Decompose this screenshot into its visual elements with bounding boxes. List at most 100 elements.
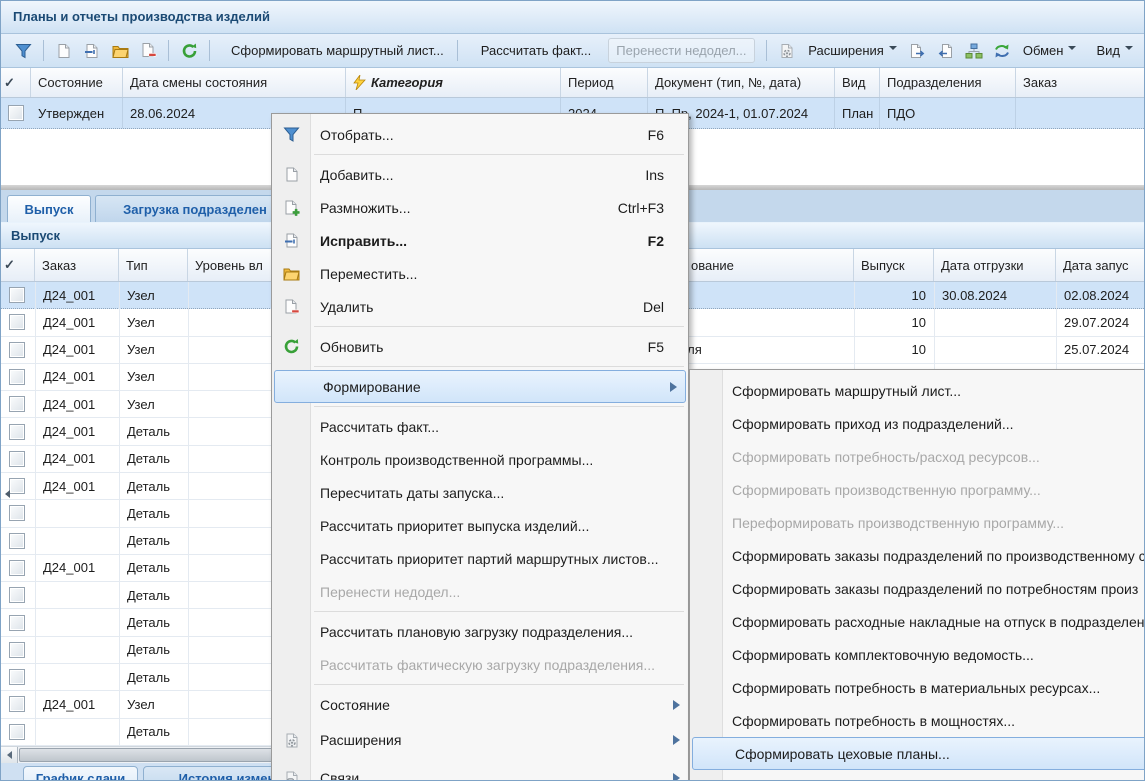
menu-item[interactable]: Рассчитать приоритет выпуска изделий...: [272, 509, 688, 542]
window-title: Планы и отчеты производства изделий: [13, 9, 270, 24]
submenu-arrow-icon: [670, 382, 677, 392]
menu-item[interactable]: УдалитьDel: [272, 290, 688, 323]
structure-icon[interactable]: [962, 39, 986, 63]
move-folder-icon[interactable]: [108, 39, 132, 63]
row-checkbox[interactable]: [9, 642, 25, 658]
row-checkbox[interactable]: [9, 560, 25, 576]
row-checkbox[interactable]: [9, 451, 25, 467]
menu-item[interactable]: Исправить...F2: [272, 224, 688, 257]
cell-order: Д24_001: [35, 555, 119, 581]
column-header-type[interactable]: Тип: [119, 249, 188, 281]
menu-item[interactable]: Контроль производственной программы...: [272, 443, 688, 476]
menu-item[interactable]: Добавить...Ins: [272, 158, 688, 191]
menu-item-label: Рассчитать факт...: [320, 419, 439, 435]
row-checkbox[interactable]: [9, 369, 25, 385]
delete-document-icon[interactable]: [136, 39, 160, 63]
row-checkbox[interactable]: [9, 342, 25, 358]
menu-item[interactable]: Рассчитать плановую загрузку подразделен…: [272, 615, 688, 648]
column-header-ship-date[interactable]: Дата отгрузки: [934, 249, 1056, 281]
add-document-icon[interactable]: [52, 39, 76, 63]
menu-item[interactable]: Сформировать комплектовочную ведомость..…: [690, 638, 1145, 671]
tab-department-load-label: Загрузка подразделен: [123, 202, 267, 217]
column-header-kind[interactable]: Вид: [835, 68, 880, 97]
row-checkbox[interactable]: [9, 287, 25, 303]
menu-item[interactable]: ОбновитьF5: [272, 330, 688, 363]
cell-launch-date: 29.07.2024: [1056, 309, 1145, 335]
form-route-sheet-button[interactable]: Сформировать маршрутный лист...: [224, 39, 451, 62]
column-header-order[interactable]: Заказ: [35, 249, 119, 281]
menu-item[interactable]: Состояние: [272, 688, 688, 721]
menu-item[interactable]: Рассчитать факт...: [272, 410, 688, 443]
tab-delivery-schedule[interactable]: График сдачи: [23, 766, 138, 781]
column-header-category[interactable]: Категория: [346, 68, 561, 97]
plans-table-header: ✓ Состояние Дата смены состояния Категор…: [1, 68, 1144, 98]
menu-item[interactable]: Сформировать потребность в материальных …: [690, 671, 1145, 704]
menu-item[interactable]: Пересчитать даты запуска...: [272, 476, 688, 509]
menu-item[interactable]: Отобрать...F6: [272, 118, 688, 151]
column-header-document[interactable]: Документ (тип, №, дата): [648, 68, 835, 97]
menu-item[interactable]: Сформировать заказы подразделений по пот…: [690, 572, 1145, 605]
menu-item[interactable]: Сформировать приход из подразделений...: [690, 407, 1145, 440]
menu-item-label: Формирование: [323, 379, 421, 395]
select-all-column-header[interactable]: ✓: [1, 68, 31, 97]
extensions-menu-button[interactable]: Расширения: [801, 39, 904, 62]
row-checkbox[interactable]: [9, 696, 25, 712]
exchange-menu-button[interactable]: Обмен: [1016, 39, 1084, 62]
menu-item-label: Переформировать производственную програм…: [732, 515, 1064, 531]
menu-item[interactable]: Связи: [272, 759, 688, 781]
extensions-icon[interactable]: [775, 39, 799, 63]
menu-item[interactable]: Формирование: [274, 370, 686, 403]
column-header-order[interactable]: Заказ: [1016, 68, 1145, 97]
column-divider: [188, 282, 189, 746]
filter-icon[interactable]: [11, 39, 35, 63]
column-header-period[interactable]: Период: [561, 68, 648, 97]
row-checkbox[interactable]: [8, 105, 24, 121]
cell-output: 10: [854, 282, 934, 308]
row-checkbox[interactable]: [9, 669, 25, 685]
collapse-left-arrow[interactable]: [1, 487, 8, 501]
menu-item[interactable]: Размножить...Ctrl+F3: [272, 191, 688, 224]
refresh-icon[interactable]: [177, 39, 201, 63]
column-header-output[interactable]: Выпуск: [854, 249, 934, 281]
tab-department-load[interactable]: Загрузка подразделен: [95, 195, 295, 222]
row-checkbox[interactable]: [9, 505, 25, 521]
calc-fact-button[interactable]: Рассчитать факт...: [474, 39, 599, 62]
row-checkbox[interactable]: [9, 396, 25, 412]
column-header-departments[interactable]: Подразделения: [880, 68, 1016, 97]
menu-item[interactable]: Рассчитать приоритет партий маршрутных л…: [272, 542, 688, 575]
row-checkbox[interactable]: [9, 615, 25, 631]
view-menu-button[interactable]: Вид: [1089, 39, 1140, 62]
edit-document-icon[interactable]: [80, 39, 104, 63]
row-checkbox[interactable]: [9, 533, 25, 549]
edit-doc-icon: [282, 231, 301, 250]
column-header-launch-date[interactable]: Дата запус: [1056, 249, 1145, 281]
row-checkbox[interactable]: [9, 478, 25, 494]
column-header-state-date[interactable]: Дата смены состояния: [123, 68, 346, 97]
toolbar-separator: [766, 40, 767, 61]
cell-order: Д24_001: [35, 418, 119, 444]
row-checkbox[interactable]: [9, 587, 25, 603]
row-checkbox[interactable]: [9, 724, 25, 740]
exchange-icon[interactable]: [990, 39, 1014, 63]
row-checkbox[interactable]: [9, 424, 25, 440]
scroll-left-arrow[interactable]: [1, 747, 18, 763]
column-header-state[interactable]: Состояние: [31, 68, 123, 97]
row-checkbox[interactable]: [9, 314, 25, 330]
menu-item[interactable]: Сформировать потребность в мощностях...: [690, 704, 1145, 737]
cell-launch-date: 02.08.2024: [1056, 282, 1145, 308]
tab-output[interactable]: Выпуск: [7, 195, 91, 222]
menu-item[interactable]: Сформировать заказы подразделений по про…: [690, 539, 1145, 572]
cell-order: [1016, 98, 1145, 128]
menu-item[interactable]: Расширения: [272, 721, 688, 759]
menu-item[interactable]: Сформировать график сдачи...: [690, 770, 1145, 781]
menu-item[interactable]: Переместить...: [272, 257, 688, 290]
move-backlog-button[interactable]: Перенести недодел...: [608, 38, 754, 63]
import-icon[interactable]: [934, 39, 958, 63]
menu-item[interactable]: Сформировать маршрутный лист...: [690, 374, 1145, 407]
select-all-column-header[interactable]: ✓: [1, 249, 35, 281]
menu-item[interactable]: Сформировать расходные накладные на отпу…: [690, 605, 1145, 638]
cell-order: [35, 609, 119, 635]
menu-item-shortcut: F2: [628, 233, 678, 249]
menu-item[interactable]: Сформировать цеховые планы...: [692, 737, 1145, 770]
export-icon[interactable]: [906, 39, 930, 63]
